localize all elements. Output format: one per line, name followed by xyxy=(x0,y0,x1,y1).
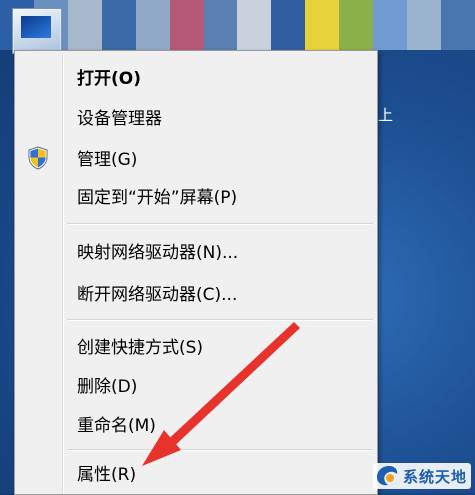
mosaic-tile xyxy=(101,0,136,50)
menu-separator xyxy=(67,319,373,321)
menu-item-label: 删除(D) xyxy=(77,376,138,397)
mosaic-tile xyxy=(407,0,441,50)
mosaic-tile xyxy=(339,0,374,50)
menu-item-delete[interactable]: 删除(D) xyxy=(15,367,377,401)
menu-separator xyxy=(67,449,373,451)
menu-item-device-manager[interactable]: 设备管理器 xyxy=(15,99,377,133)
blurred-desktop-strip xyxy=(0,0,475,50)
mosaic-tile xyxy=(271,0,306,50)
menu-item-label: 设备管理器 xyxy=(77,108,162,129)
watermark-logo-icon xyxy=(376,466,398,486)
menu-item-pin-to-start[interactable]: 固定到“开始”屏幕(P) xyxy=(15,178,377,212)
menu-item-disconnect-network-drive[interactable]: 断开网络驱动器(C)... xyxy=(15,275,377,309)
menu-separator xyxy=(67,223,373,225)
menu-item-rename[interactable]: 重命名(M) xyxy=(15,406,377,440)
menu-item-label: 创建快捷方式(S) xyxy=(77,337,204,358)
watermark-text: 系统天地 xyxy=(402,467,467,486)
mosaic-tile xyxy=(169,0,204,50)
mosaic-tile xyxy=(373,0,408,50)
menu-item-label: 重命名(M) xyxy=(77,415,156,436)
mosaic-tile xyxy=(203,0,238,50)
context-menu: 打开(O) 设备管理器 管理(G) 固定到“开始”屏幕(P) 映射网络驱动器(N… xyxy=(14,50,378,495)
site-watermark: 系统天地 xyxy=(372,463,471,489)
mosaic-tile xyxy=(67,0,102,50)
mosaic-tile xyxy=(237,0,272,50)
mosaic-tile xyxy=(440,0,475,50)
menu-item-label: 映射网络驱动器(N)... xyxy=(77,242,239,263)
menu-item-properties[interactable]: 属性(R) xyxy=(15,455,377,489)
uac-shield-icon xyxy=(28,146,48,170)
menu-item-label: 属性(R) xyxy=(77,464,137,485)
desktop-label-fragment: 上 xyxy=(378,106,394,124)
menu-item-create-shortcut[interactable]: 创建快捷方式(S) xyxy=(15,328,377,362)
menu-item-label: 断开网络驱动器(C)... xyxy=(77,284,238,305)
computer-desktop-icon[interactable] xyxy=(12,8,62,54)
mosaic-tile xyxy=(135,0,170,50)
menu-item-manage[interactable]: 管理(G) xyxy=(15,140,377,174)
monitor-screen-icon xyxy=(21,16,51,38)
mosaic-tile xyxy=(305,0,340,50)
menu-item-label: 固定到“开始”屏幕(P) xyxy=(77,187,238,208)
menu-item-label: 打开(O) xyxy=(77,68,141,89)
menu-item-map-network-drive[interactable]: 映射网络驱动器(N)... xyxy=(15,233,377,267)
menu-item-open[interactable]: 打开(O) xyxy=(15,59,377,93)
menu-item-label: 管理(G) xyxy=(77,149,138,170)
